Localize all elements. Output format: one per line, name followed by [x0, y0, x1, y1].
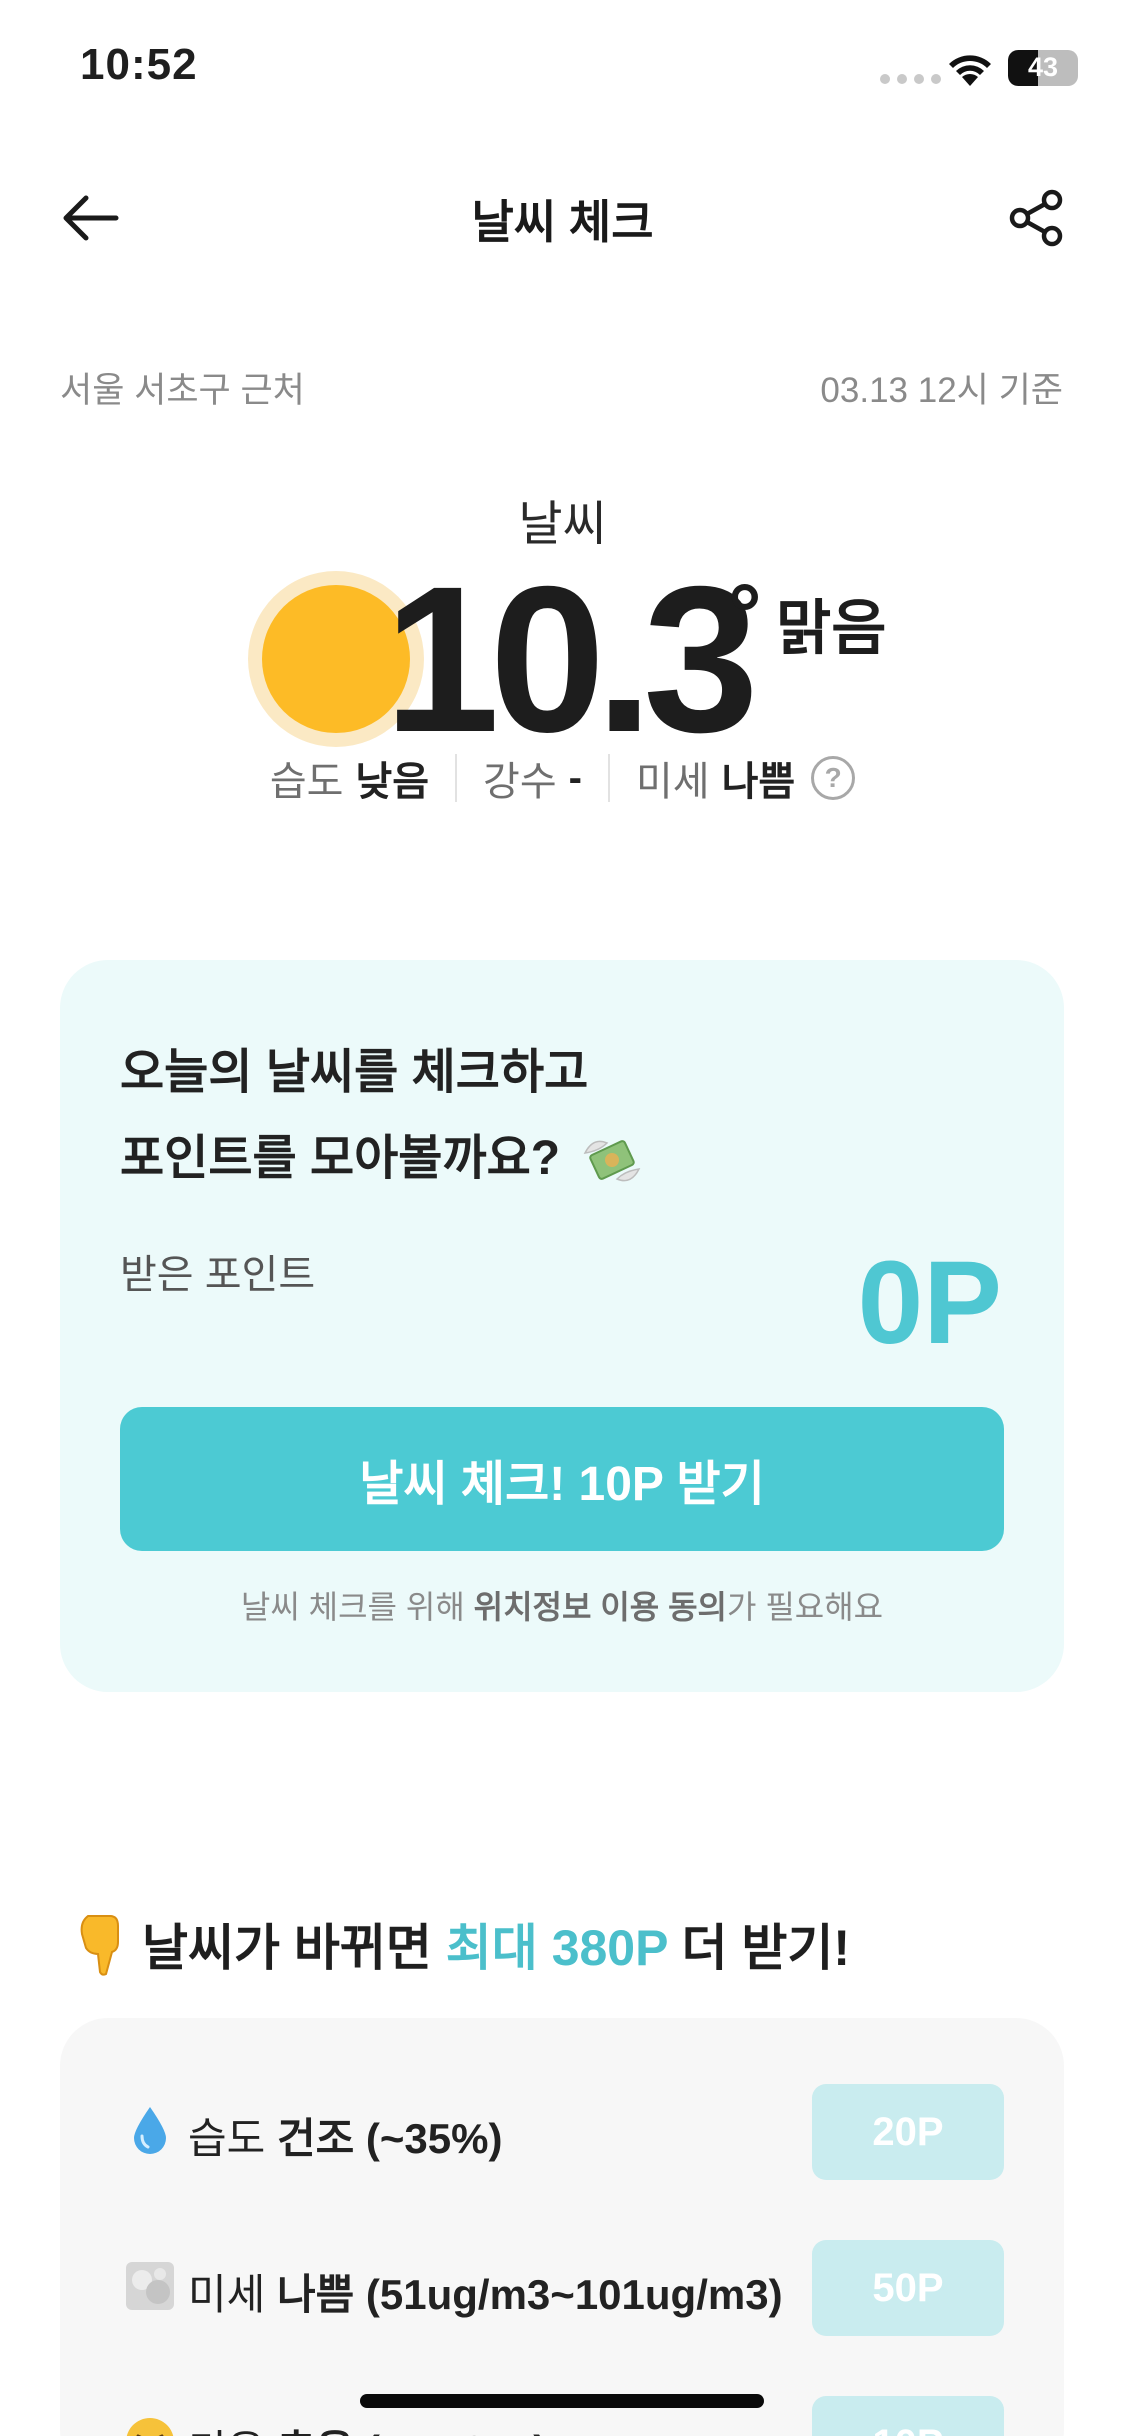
money-with-wings-icon	[584, 1140, 641, 1182]
card-title-line2-wrap: 포인트를 모아볼까요?	[120, 1116, 645, 1202]
weather-check-button[interactable]: 날씨 체크! 10P 받기	[120, 1407, 1004, 1551]
metric-precipitation: 강수 -	[457, 749, 608, 807]
bonus-heading-post: 더 받기!	[667, 1920, 850, 1976]
metric-name: 강수	[483, 760, 557, 804]
bonus-item-value: 건조 (~35%)	[276, 2115, 503, 2162]
update-time: 03.13 12시 기준	[820, 371, 1063, 410]
consent-link: 위치정보 이용 동의	[473, 1589, 727, 1625]
location-name: 서울 서초구 근처	[60, 371, 305, 410]
status-time: 10:52	[80, 40, 198, 89]
bonus-heading: 날씨가 바뀌면 최대 380P 더 받기!	[72, 1908, 850, 1980]
temperature: 10.3	[384, 544, 759, 776]
dust-icon	[124, 2260, 176, 2312]
bonus-points-badge: 20P	[812, 2084, 1004, 2180]
bonus-points-badge: 50P	[812, 2240, 1004, 2336]
bonus-item-label: 습도 건조 (~35%)	[188, 2105, 502, 2166]
wifi-icon	[949, 55, 991, 86]
consent-notice: 날씨 체크를 위해 위치정보 이용 동의가 필요해요	[60, 1582, 1064, 1628]
page-title: 날씨 체크	[471, 196, 654, 248]
bonus-heading-highlight: 최대 380P	[445, 1920, 668, 1976]
point-card: 오늘의 날씨를 체크하고 포인트를 모아볼까요? 받은 포인트 0P 날씨 체크…	[60, 960, 1064, 1692]
home-indicator	[360, 2394, 764, 2408]
degree-symbol: °	[728, 567, 762, 661]
share-icon	[1009, 189, 1063, 247]
cold-face-icon	[124, 2416, 176, 2436]
metric-value: 나쁨	[721, 760, 796, 804]
bonus-item-name: 미세	[188, 2271, 266, 2318]
received-points-value: 0P	[857, 1237, 1002, 1369]
bonus-points-badge: 10P	[812, 2396, 1004, 2436]
pointing-down-icon	[80, 1915, 119, 1976]
metric-value: 낮음	[355, 760, 430, 804]
cellular-signal-icon	[880, 74, 941, 84]
metric-name: 미세	[635, 760, 710, 804]
received-points-label: 받은 포인트	[120, 1253, 316, 1297]
card-title-line2: 포인트를 모아볼까요?	[120, 1132, 561, 1185]
card-title-line1: 오늘의 날씨를 체크하고	[120, 1046, 589, 1099]
weather-condition: 맑음	[776, 595, 887, 662]
bonus-item-value: 나쁨 (51ug/m3~101ug/m3)	[276, 2271, 783, 2318]
consent-text: 날씨 체크를 위해	[240, 1589, 474, 1625]
list-item: 미세 나쁨 (51ug/m3~101ug/m3) 50P	[60, 2236, 1064, 2336]
share-button[interactable]	[996, 178, 1076, 258]
bonus-item-name: 습도	[188, 2115, 266, 2162]
bonus-heading-text: 날씨가 바뀌면 최대 380P 더 받기!	[142, 1908, 850, 1980]
bonus-list: 습도 건조 (~35%) 20P 미세 나쁨 (51ug/m3~101ug/m3…	[60, 2018, 1064, 2436]
metric-value: -	[568, 755, 582, 800]
battery-level: 43	[1027, 52, 1059, 82]
metric-fine-dust: 미세 나쁨 ?	[610, 749, 881, 807]
list-item: 습도 건조 (~35%) 20P	[60, 2080, 1064, 2180]
bonus-item-name: 기온	[188, 2427, 265, 2436]
metric-name: 습도	[269, 760, 344, 804]
droplet-icon	[124, 2104, 176, 2156]
bonus-item-value: 추움 (-11~3°C)	[277, 2427, 547, 2436]
status-bar: 10:52 43	[0, 0, 1125, 140]
card-title: 오늘의 날씨를 체크하고 포인트를 모아볼까요?	[120, 1030, 645, 1202]
help-icon[interactable]: ?	[811, 756, 856, 800]
metric-humidity: 습도 낮음	[244, 749, 455, 807]
bonus-item-label: 기온 추움 (-11~3°C)	[188, 2417, 547, 2436]
battery-icon: 43	[1008, 50, 1078, 86]
consent-text-end: 가 필요해요	[726, 1589, 884, 1625]
weather-metrics: 습도 낮음 강수 - 미세 나쁨 ?	[0, 748, 1125, 808]
bonus-heading-pre: 날씨가 바뀌면	[142, 1920, 446, 1976]
bonus-item-label: 미세 나쁨 (51ug/m3~101ug/m3)	[188, 2261, 783, 2322]
